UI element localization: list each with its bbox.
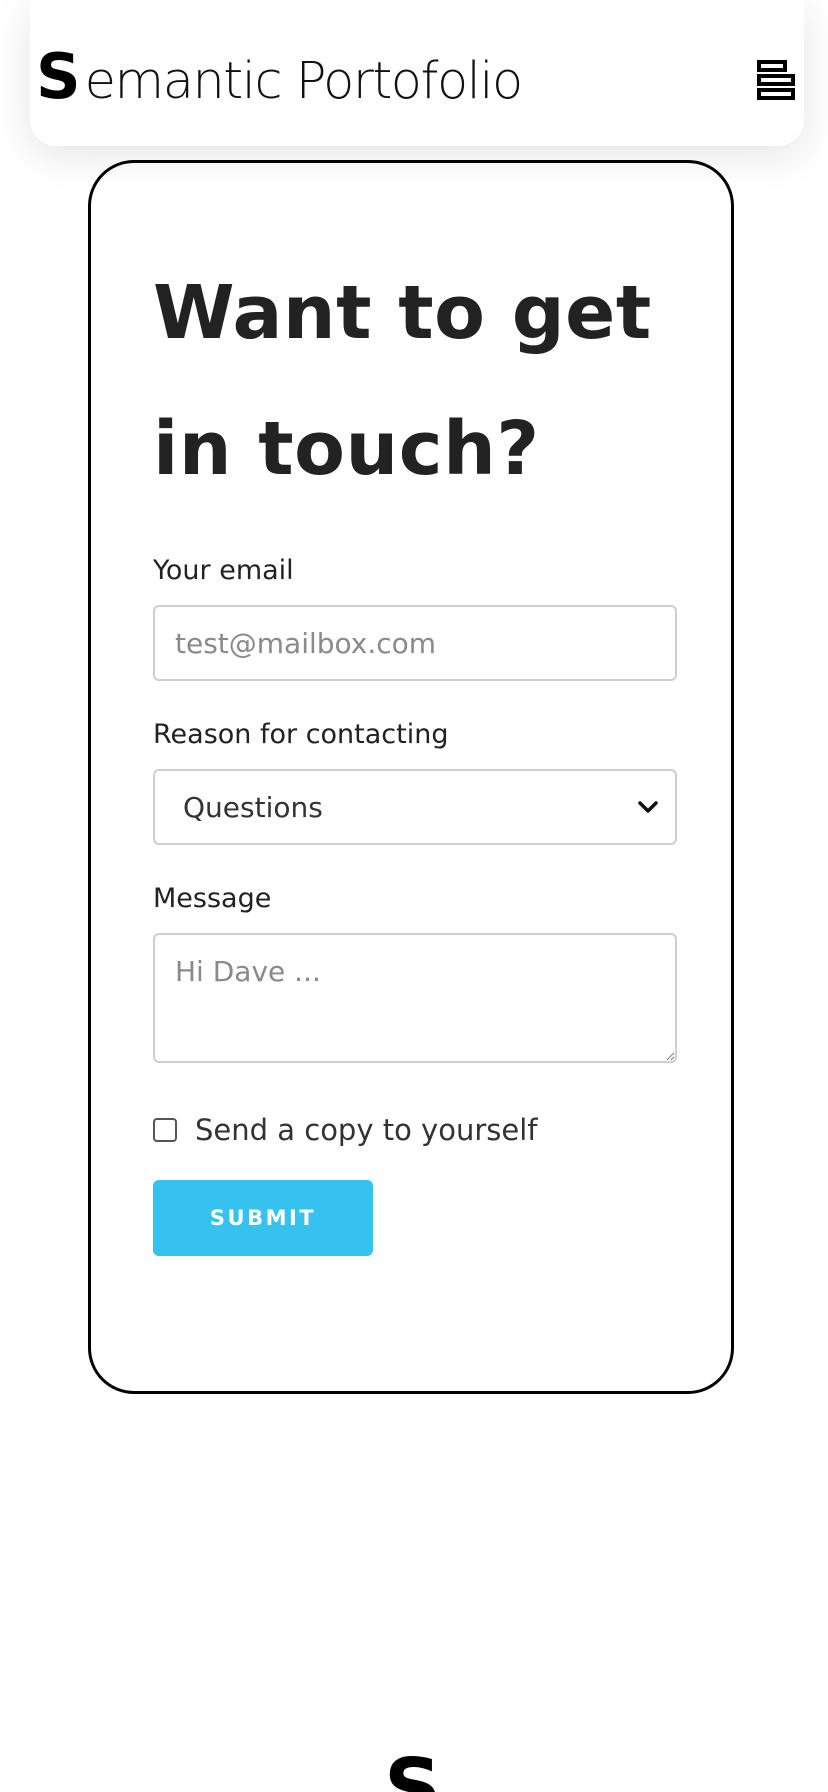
reason-label: Reason for contacting xyxy=(153,719,449,750)
menu-toggle-button[interactable] xyxy=(756,58,796,102)
reason-selected-value: Questions xyxy=(183,790,323,824)
message-label: Message xyxy=(153,883,272,914)
page: S emantic Portofolio Want to get in touc… xyxy=(0,0,828,1792)
message-field[interactable] xyxy=(153,933,677,1063)
reason-select[interactable]: Questions xyxy=(153,769,677,845)
send-copy-checkbox[interactable] xyxy=(153,1118,177,1142)
menu-toggle-icon xyxy=(757,60,795,100)
send-copy-label[interactable]: Send a copy to yourself xyxy=(195,1113,537,1147)
submit-button[interactable]: SUBMIT xyxy=(153,1180,373,1256)
send-copy-row: Send a copy to yourself xyxy=(153,1113,537,1147)
email-field[interactable] xyxy=(153,605,677,681)
brand-name: emantic Portofolio xyxy=(84,52,524,111)
brand-initial: S xyxy=(36,40,81,113)
contact-form-card: Want to get in touch? Your email Reason … xyxy=(88,160,734,1394)
email-label: Your email xyxy=(153,555,294,586)
contact-title: Want to get in touch? xyxy=(153,270,652,492)
chevron-down-icon xyxy=(638,801,658,813)
top-nav-bar: S emantic Portofolio xyxy=(30,0,804,146)
brand-logo-link[interactable]: S emantic Portofolio xyxy=(36,40,523,113)
footer-logo: S xyxy=(384,1742,442,1792)
